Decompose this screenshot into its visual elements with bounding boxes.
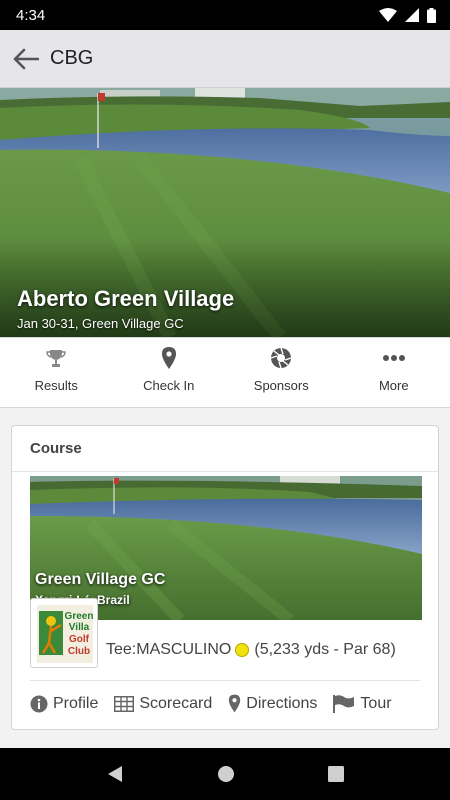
scorecard-label: Scorecard [139, 694, 213, 712]
tour-label: Tour [360, 694, 392, 712]
logo-text-golf: Golf [69, 634, 90, 645]
scorecard-link[interactable]: Scorecard [114, 695, 212, 713]
card-divider [30, 680, 420, 681]
check-in-label: Check In [143, 378, 195, 393]
battery-icon [427, 7, 436, 23]
club-logo: Green Villa Golf Club [30, 598, 98, 668]
more-label: More [378, 378, 409, 393]
event-subtitle: Jan 30-31, Green Village GC [17, 316, 184, 331]
check-in-button[interactable]: Check In [113, 338, 226, 407]
tee-name: MASCULINO [136, 641, 232, 658]
logo-text-villa: Villa [69, 622, 90, 633]
tee-prefix: Tee: [106, 641, 137, 658]
flag-icon [333, 694, 355, 713]
tour-link[interactable]: Tour [333, 694, 392, 713]
cell-signal-icon [405, 8, 419, 22]
location-pin-icon [229, 694, 241, 713]
aperture-icon [270, 347, 292, 369]
info-icon [30, 695, 48, 712]
profile-link[interactable]: Profile [30, 695, 98, 713]
system-nav-bar [0, 748, 450, 800]
trophy-icon [46, 347, 67, 369]
table-icon [114, 695, 135, 712]
more-dots-icon [382, 347, 406, 369]
course-section-title: Course [30, 440, 82, 457]
arrow-left-icon [13, 48, 39, 69]
home-circle-icon[interactable] [217, 765, 235, 783]
course-card: Course Green Village GC Brazil Green Vil… [11, 425, 439, 730]
course-links: Profile Scorecard Directions Tour [30, 694, 408, 713]
directions-label: Directions [246, 694, 318, 712]
results-label: Results [34, 378, 78, 393]
location-pin-icon [161, 347, 177, 369]
sponsors-button[interactable]: Sponsors [225, 338, 338, 407]
wifi-icon [379, 8, 397, 22]
event-title: Aberto Green Village [17, 286, 235, 311]
tee-info: Tee: MASCULINO (5,233 yds - Par 68) [106, 641, 396, 659]
tee-color-dot [235, 643, 250, 657]
profile-label: Profile [53, 694, 99, 712]
more-button[interactable]: More [338, 338, 450, 407]
directions-link[interactable]: Directions [228, 694, 317, 713]
logo-text-green: Green [65, 611, 94, 622]
status-icons [379, 7, 436, 23]
course-name: Green Village GC [35, 571, 166, 588]
app-bar: CBG [0, 30, 450, 88]
back-triangle-icon[interactable] [106, 765, 124, 783]
results-button[interactable]: Results [0, 338, 113, 407]
status-bar: 4:34 [0, 0, 450, 30]
tee-details: (5,233 yds - Par 68) [254, 641, 396, 658]
event-action-bar: Results Check In Sponsors More [0, 337, 450, 408]
event-hero: Aberto Green Village Jan 30-31, Green Vi… [0, 88, 450, 337]
recents-square-icon[interactable] [327, 766, 344, 782]
sponsors-label: Sponsors [253, 378, 309, 393]
logo-text-club: Club [68, 646, 90, 657]
course-section-header: Course [12, 426, 438, 472]
app-title: CBG [50, 47, 94, 69]
club-logo-image: Green Villa Golf Club [37, 605, 94, 663]
status-time: 4:34 [16, 6, 46, 24]
back-button[interactable] [2, 30, 50, 88]
